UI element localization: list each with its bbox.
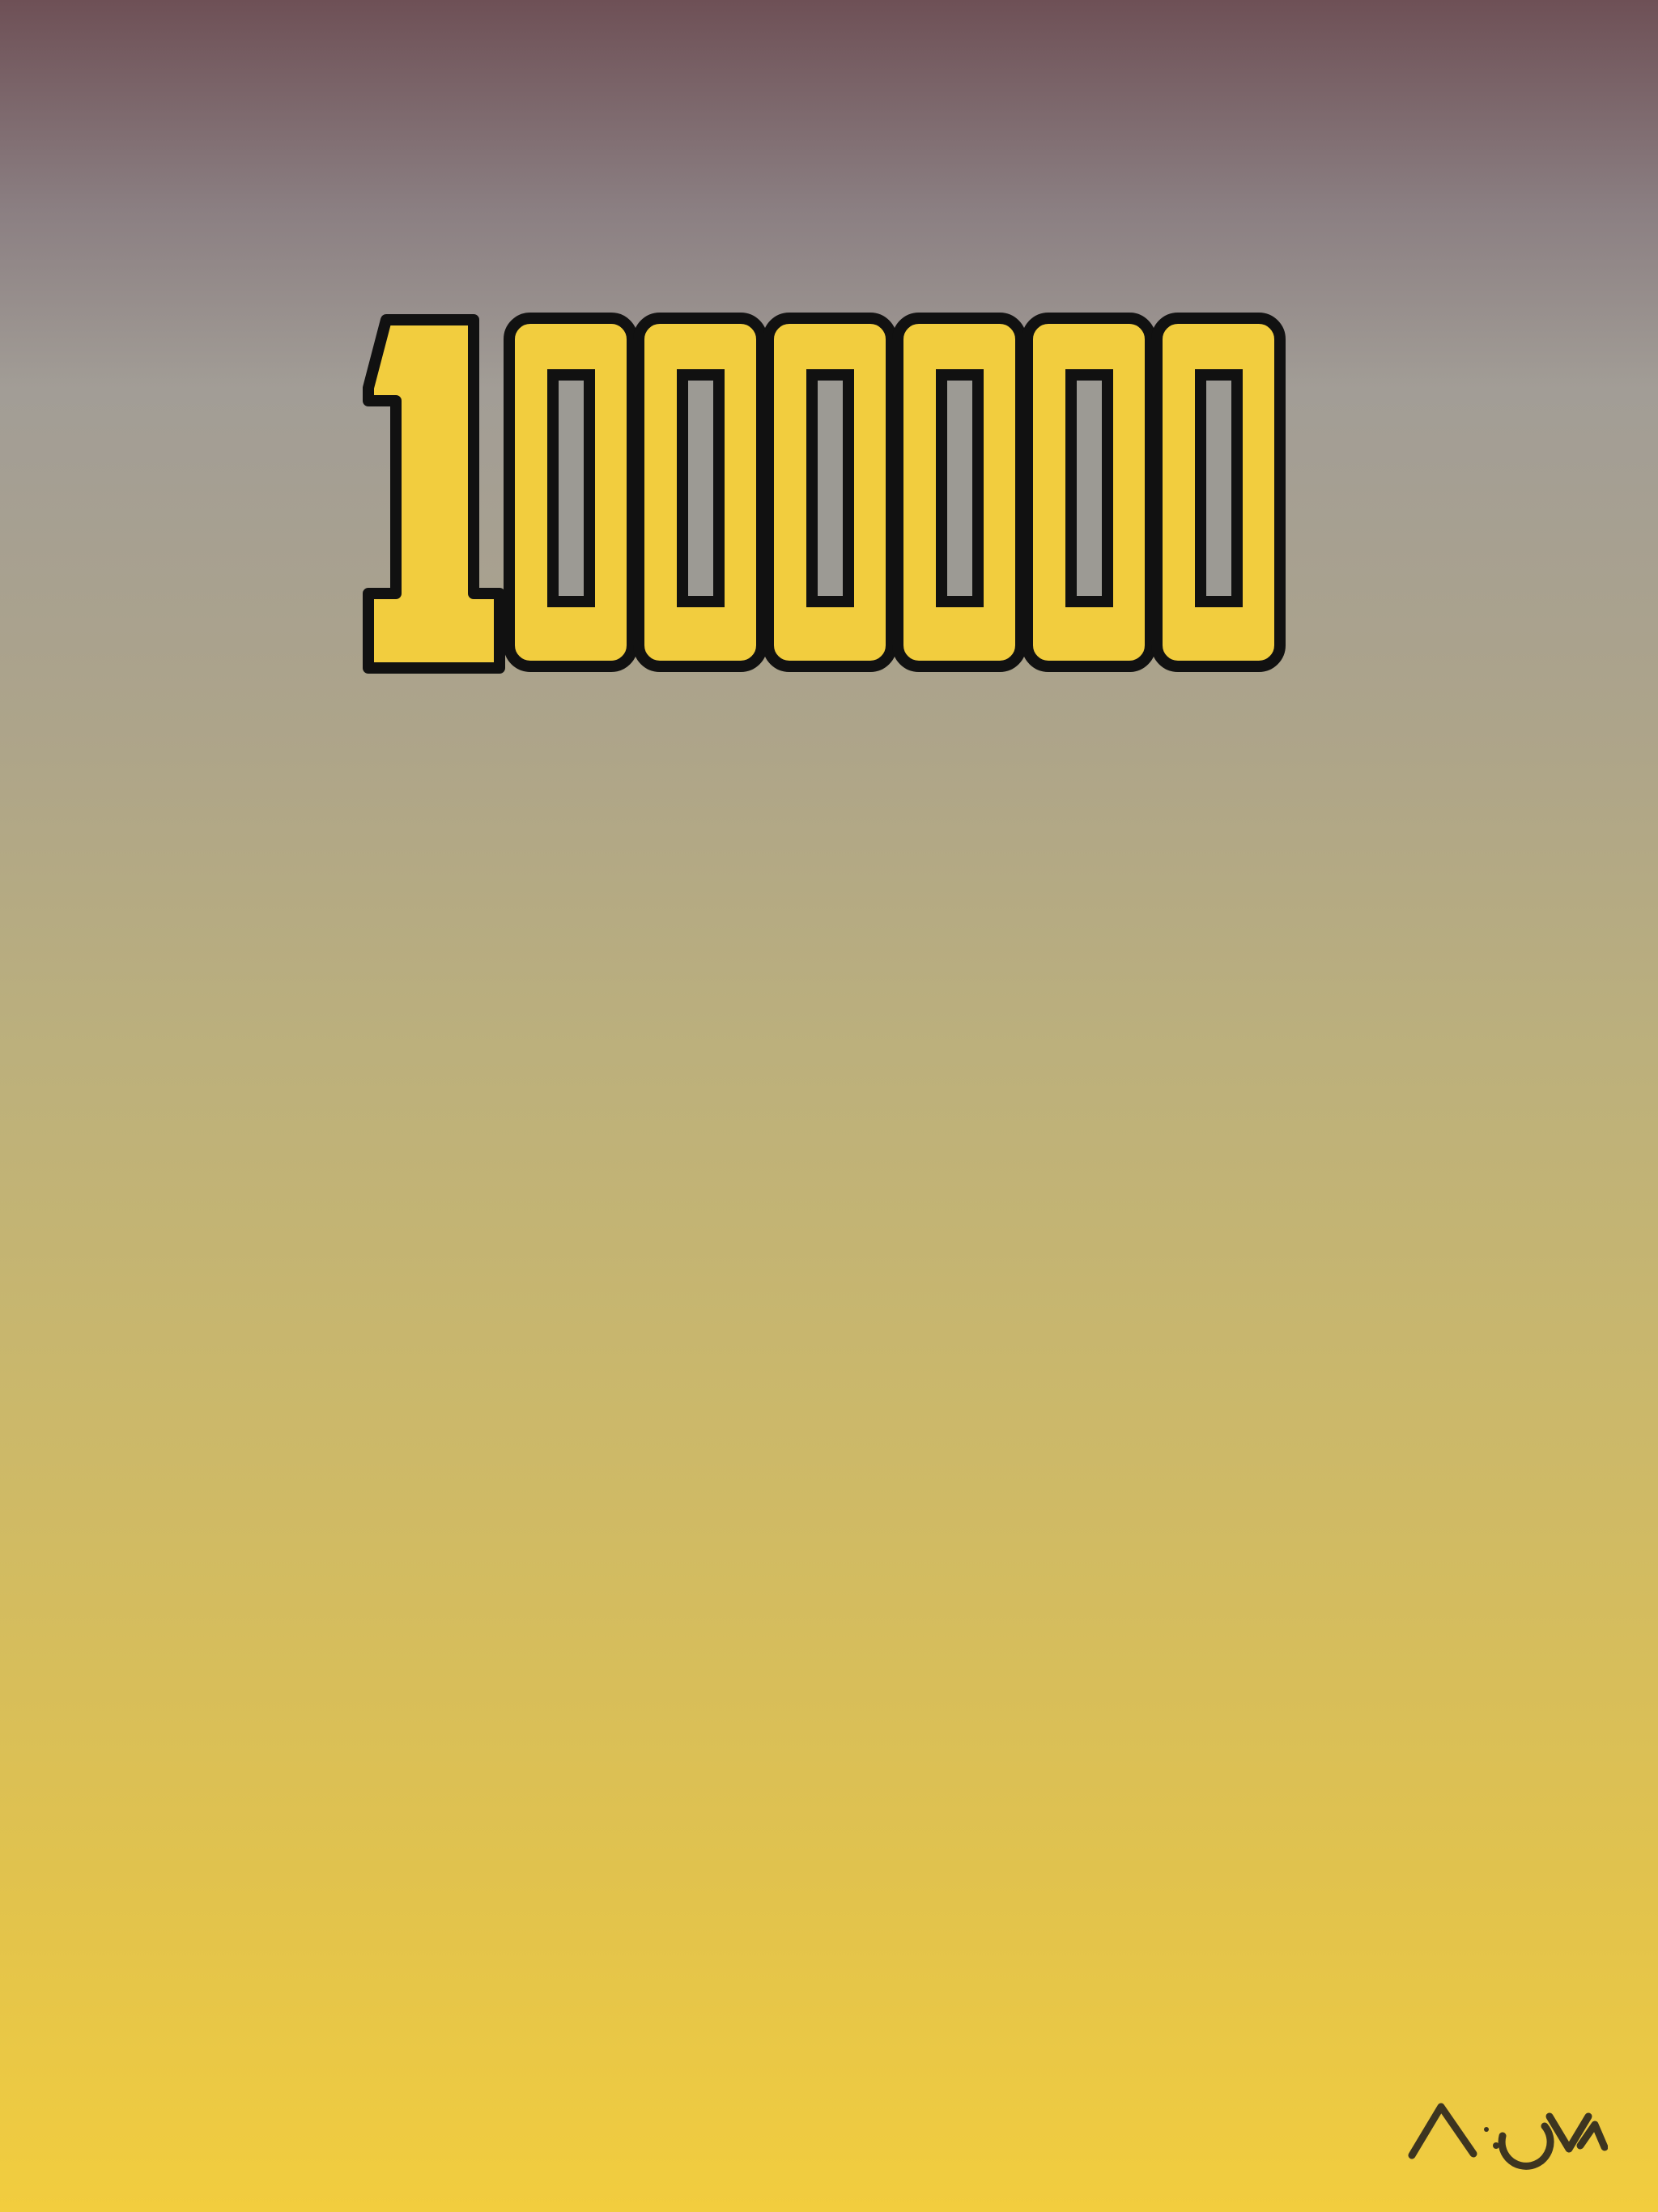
score-digit-0 [1022,313,1156,672]
score-display: 1000000 [359,310,1306,674]
score-digit-0 [892,313,1027,672]
nova-logo-icon [1408,2103,1608,2170]
score-digit-0 [633,313,767,672]
score-digit-0 [763,313,897,672]
score-digit-0 [504,313,638,672]
score-digit-0 [1151,313,1286,672]
score-digit-1 [363,314,505,674]
game-screen: 1000000 NOVA [0,0,1658,2212]
score-digits [363,313,1286,674]
nova-logo: NOVA [1407,2099,1608,2183]
